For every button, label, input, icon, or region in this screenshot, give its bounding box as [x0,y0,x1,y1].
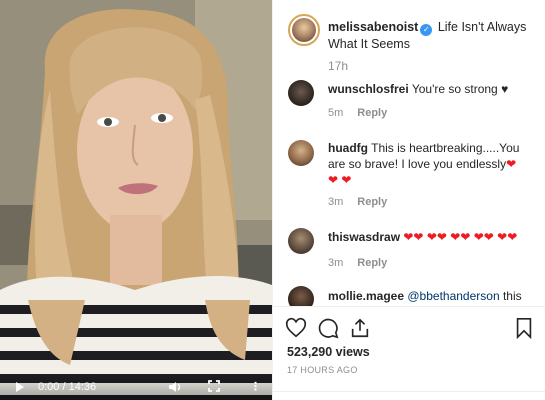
video-time: 0:00 / 14:36 [38,381,97,393]
comment-text: wunschlosfrei You're so strong ♥ [328,82,509,96]
comment-meta: 3m Reply [328,257,388,269]
heart-emoji: ❤ [506,157,517,171]
author-avatar[interactable] [288,14,320,46]
commenter-username[interactable]: thiswasdraw [328,230,400,244]
commenter-avatar[interactable] [288,140,314,166]
post-panel: melissabenoist ✓ Life Isn't Always What I… [272,0,545,400]
video-controls: 0:00 / 14:36 ⋮ [0,374,272,400]
post-age: 17h [328,59,349,73]
verified-icon: ✓ [420,24,433,36]
heart-emoji: ♥ [501,82,509,96]
commenter-avatar[interactable] [288,228,314,254]
reply-button[interactable]: Reply [357,107,387,119]
play-icon[interactable] [16,382,24,392]
video-player[interactable]: 0:00 / 14:36 ⋮ [0,0,272,400]
view-count[interactable]: 523,290 views [287,345,370,359]
heart-emoji: ❤ ❤ [328,173,352,187]
heart-icon[interactable] [285,317,307,339]
video-frame [0,0,272,400]
heart-emoji: ❤❤ ❤❤ ❤❤ ❤❤ ❤❤ [403,230,518,244]
more-icon[interactable]: ⋮ [250,380,261,394]
reply-button[interactable]: Reply [357,257,387,269]
volume-icon[interactable] [168,380,182,394]
bookmark-icon[interactable] [513,317,535,340]
post-timestamp: 17 HOURS AGO [287,365,358,375]
share-icon[interactable] [349,317,371,339]
action-bar: 523,290 views 17 HOURS AGO [273,306,545,400]
commenter-username[interactable]: huadfg [328,141,368,155]
fullscreen-icon[interactable] [208,380,220,394]
commenter-username[interactable]: wunschlosfrei [328,82,409,96]
comment-text: thiswasdraw ❤❤ ❤❤ ❤❤ ❤❤ ❤❤ [328,229,528,245]
commenter-avatar[interactable] [288,80,314,106]
comment-meta: 5m Reply [328,107,388,119]
comment-text: huadfg This is heartbreaking.....You are… [328,141,520,187]
commenter-username[interactable]: mollie.magee [328,289,404,303]
post-caption: melissabenoist ✓ Life Isn't Always What I… [328,19,533,52]
comment-meta: 3m Reply [328,196,388,208]
mention-link[interactable]: @bbethanderson [407,289,499,303]
author-username[interactable]: melissabenoist [328,20,418,34]
reply-button[interactable]: Reply [357,196,387,208]
comment-icon[interactable] [317,317,339,339]
comment-text: mollie.magee @bbethanderson this [328,289,522,303]
add-comment-strip[interactable] [273,391,545,400]
